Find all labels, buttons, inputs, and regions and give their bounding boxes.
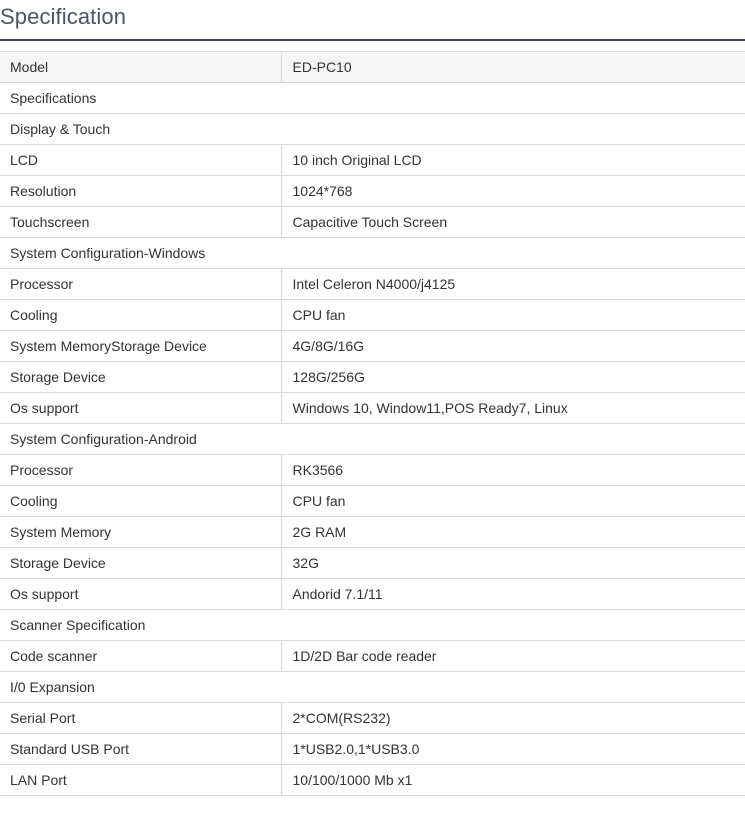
spec-label: System Memory [0,516,282,548]
spec-value: ED-PC10 [281,51,745,83]
section-header-row: System Configuration-Android [0,423,745,455]
spec-label: Cooling [0,299,282,331]
spec-label: Code scanner [0,640,282,672]
spec-value: Windows 10, Window11,POS Ready7, Linux [281,392,745,424]
section-header-label: System Configuration-Android [0,423,745,455]
spec-value: Intel Celeron N4000/j4125 [281,268,745,300]
section-header-label: System Configuration-Windows [0,237,745,269]
table-row: Storage Device 128G/256G [0,361,745,393]
section-header-label: I/0 Expansion [0,671,745,703]
spec-value: 4G/8G/16G [281,330,745,362]
section-header-row: Scanner Specification [0,609,745,641]
table-row: Touchscreen Capacitive Touch Screen [0,206,745,238]
spec-value: 1*USB2.0,1*USB3.0 [281,733,745,765]
spec-label: Standard USB Port [0,733,282,765]
table-row: Cooling CPU fan [0,299,745,331]
specification-table-body: Model ED-PC10 Specifications Display & Touc… [0,51,745,796]
section-header-label: Scanner Specification [0,609,745,641]
table-row: Standard USB Port 1*USB2.0,1*USB3.0 [0,733,745,765]
spec-label: Touchscreen [0,206,282,238]
table-row: Model ED-PC10 [0,51,745,83]
spec-label: Cooling [0,485,282,517]
table-row: System MemoryStorage Device 4G/8G/16G [0,330,745,362]
table-row: System Memory 2G RAM [0,516,745,548]
spec-value: 1024*768 [281,175,745,207]
spec-value: 10/100/1000 Mb x1 [281,764,745,796]
table-row: Storage Device 32G [0,547,745,579]
specification-table: Model ED-PC10 Specifications Display & Touc… [0,51,745,796]
section-header-label: Specifications [0,82,745,114]
spec-label: Model [0,51,282,83]
table-row: LCD 10 inch Original LCD [0,144,745,176]
section-header-row: Display & Touch [0,113,745,145]
spec-value: RK3566 [281,454,745,486]
spec-value: CPU fan [281,485,745,517]
spec-label: Serial Port [0,702,282,734]
spec-label: Os support [0,392,282,424]
spec-label: LAN Port [0,764,282,796]
spec-label: LCD [0,144,282,176]
spec-value: Andorid 7.1/11 [281,578,745,610]
spec-value: 2*COM(RS232) [281,702,745,734]
table-row: Processor Intel Celeron N4000/j4125 [0,268,745,300]
section-header-row: System Configuration-Windows [0,237,745,269]
spec-label: Storage Device [0,361,282,393]
section-header-label: Display & Touch [0,113,745,145]
table-row: Code scanner 1D/2D Bar code reader [0,640,745,672]
spec-label: Processor [0,454,282,486]
table-row: Cooling CPU fan [0,485,745,517]
spec-value: 32G [281,547,745,579]
title-divider [0,39,745,41]
spec-value: CPU fan [281,299,745,331]
spec-label: Processor [0,268,282,300]
spec-value: 2G RAM [281,516,745,548]
spec-value: Capacitive Touch Screen [281,206,745,238]
table-row: LAN Port 10/100/1000 Mb x1 [0,764,745,796]
section-header-row: Specifications [0,82,745,114]
spec-value: 10 inch Original LCD [281,144,745,176]
section-header-row: I/0 Expansion [0,671,745,703]
spec-label: Storage Device [0,547,282,579]
spec-label: Os support [0,578,282,610]
table-row: Serial Port 2*COM(RS232) [0,702,745,734]
table-row: Processor RK3566 [0,454,745,486]
spec-label: Resolution [0,175,282,207]
table-row: Os support Andorid 7.1/11 [0,578,745,610]
page-title: Specification [0,4,127,29]
page: Specification Model ED-PC10 Specifications… [0,0,745,819]
spec-value: 128G/256G [281,361,745,393]
spec-label: System MemoryStorage Device [0,330,282,362]
table-row: Os support Windows 10, Window11,POS Ready… [0,392,745,424]
spec-value: 1D/2D Bar code reader [281,640,745,672]
table-row: Resolution 1024*768 [0,175,745,207]
